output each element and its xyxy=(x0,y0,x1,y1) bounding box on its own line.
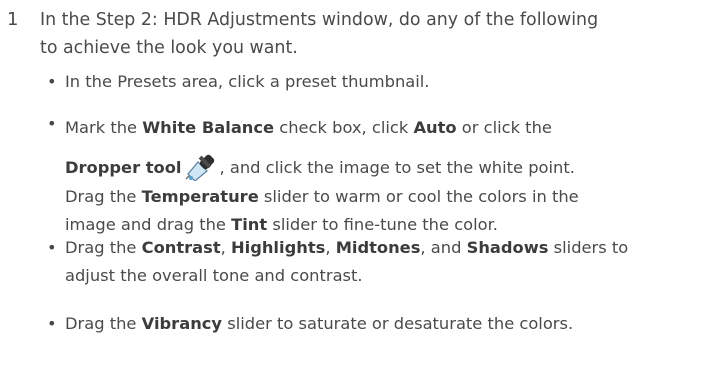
dropper-icon xyxy=(184,151,218,182)
bullet-dot: • xyxy=(47,314,57,333)
vibrancy-term: Vibrancy xyxy=(141,314,223,333)
text: or click the xyxy=(456,118,552,137)
text: image and drag the xyxy=(65,215,232,234)
shadows-term: Shadows xyxy=(466,238,549,257)
dropper-tool-term: Dropper tool xyxy=(65,158,182,177)
white-balance-term: White Balance xyxy=(142,118,275,137)
bullet-dot: • xyxy=(47,238,57,257)
text: Drag the xyxy=(65,187,142,206)
bullet-dot: • xyxy=(47,114,57,133)
text: Drag the xyxy=(65,314,142,333)
step-number: 1 xyxy=(7,9,19,30)
bullet-text: In the Presets area, click a preset thum… xyxy=(65,72,430,91)
text: check box, click xyxy=(274,118,414,137)
text: Mark the xyxy=(65,118,143,137)
text: , and xyxy=(420,238,467,257)
step-line-2: to achieve the look you want. xyxy=(40,38,298,58)
temperature-term: Temperature xyxy=(141,187,259,206)
text: Drag the xyxy=(65,238,142,257)
text: , xyxy=(325,238,336,257)
auto-term: Auto xyxy=(413,118,457,137)
step-line-1: In the Step 2: HDR Adjustments window, d… xyxy=(40,10,599,30)
text: , and click the image to set the white p… xyxy=(219,158,575,177)
text: slider to warm or cool the colors in the xyxy=(258,187,579,206)
highlights-term: Highlights xyxy=(230,238,326,257)
text: adjust the overall tone and contrast. xyxy=(65,266,363,285)
bullet-dot: • xyxy=(47,72,57,91)
text: sliders to xyxy=(548,238,629,257)
text: , xyxy=(220,238,231,257)
step-instruction: In the Step 2: HDR Adjustments window, d… xyxy=(40,6,708,62)
text: slider to saturate or desaturate the col… xyxy=(222,314,574,333)
text: slider to fine-tune the color. xyxy=(267,215,498,234)
tint-term: Tint xyxy=(231,215,268,234)
contrast-term: Contrast xyxy=(141,238,221,257)
midtones-term: Midtones xyxy=(335,238,421,257)
